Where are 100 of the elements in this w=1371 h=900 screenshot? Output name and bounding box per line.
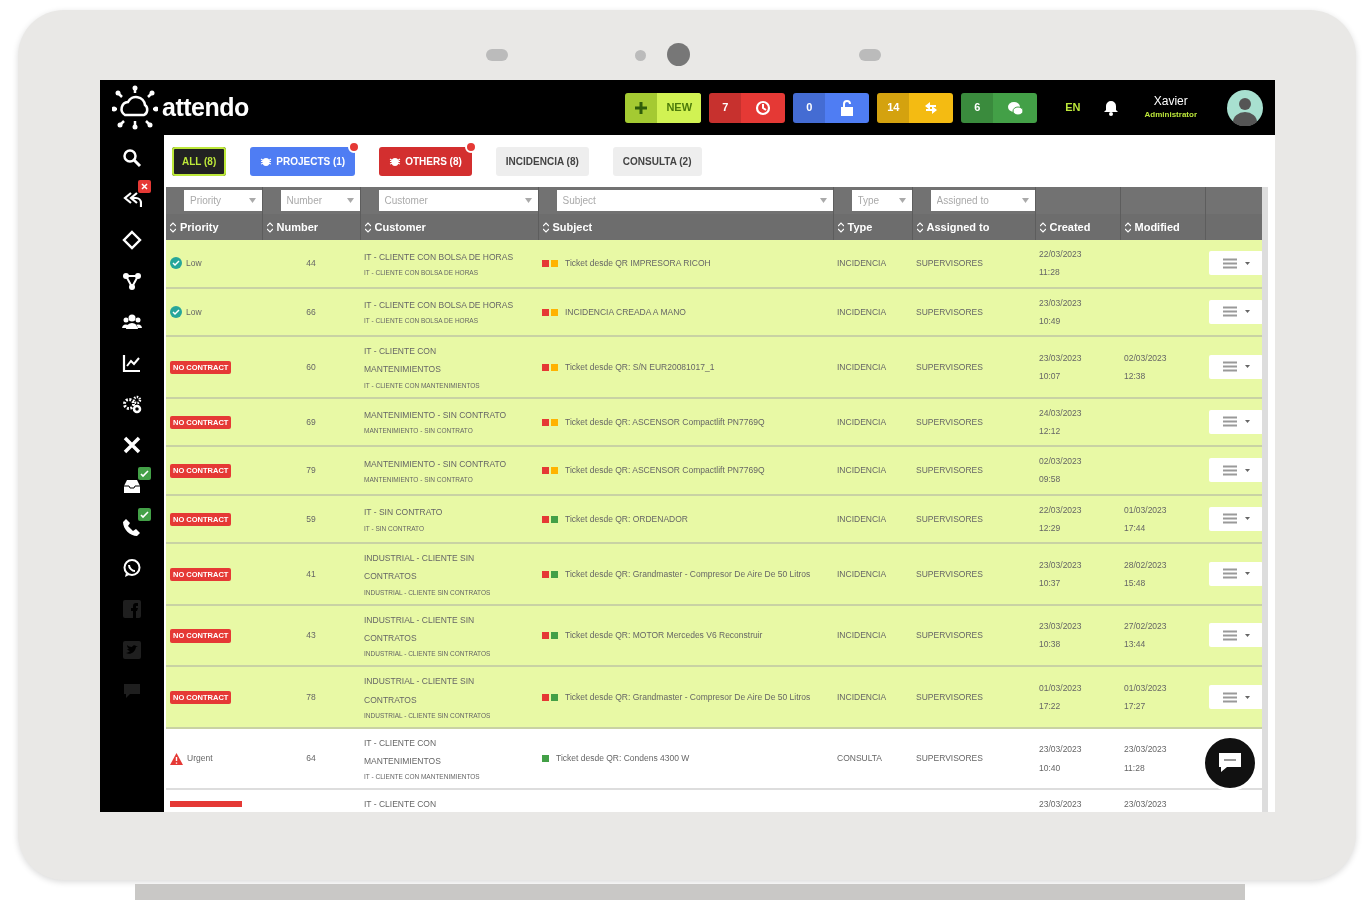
- modified-date: 02/03/2023 12:38: [1124, 351, 1168, 383]
- bug-icon: [389, 155, 402, 167]
- menu-icon: [1222, 691, 1237, 703]
- created-date: 22/03/2023 11:28: [1039, 248, 1083, 280]
- speaker-grille: [486, 49, 508, 61]
- row-menu-button[interactable]: [1209, 561, 1262, 586]
- caret-icon: [1244, 695, 1250, 699]
- ticket-type: INCIDENCIA: [837, 361, 887, 372]
- ticket-type: INCIDENCIA: [837, 630, 887, 641]
- ticket-subject: Ticket desde QR: S/N EUR20081017_1: [565, 360, 715, 374]
- assignee: SUPERVISORES: [916, 630, 983, 641]
- row-menu-button[interactable]: [1209, 685, 1262, 709]
- sort-icon: [916, 221, 923, 233]
- sun-cloud-logo-icon: [112, 84, 158, 131]
- ticket-number: 44: [306, 258, 316, 269]
- ticket-type: INCIDENCIA: [837, 416, 887, 427]
- ticket-number: 64: [306, 753, 316, 764]
- priority-label: Low: [186, 257, 202, 271]
- customer-name: MANTENIMIENTO - SIN CONTRATO: [364, 457, 508, 471]
- new-button[interactable]: NEW: [625, 92, 702, 123]
- row-menu-button[interactable]: [1209, 409, 1262, 434]
- modified-date: 23/03/2023 11:28: [1124, 743, 1168, 775]
- customer-name: IT - CLIENTE CON BOLSA DE HORAS: [364, 299, 515, 313]
- created-date: 23/03/2023: [1039, 798, 1083, 812]
- created-date: 23/03/2023 10:38: [1039, 620, 1083, 652]
- customer-name: IT - CLIENTE CON MANTENIMIENTOS: [364, 345, 442, 377]
- counter-button[interactable]: 7: [709, 92, 786, 123]
- ticket-number: 78: [306, 691, 316, 702]
- language-link[interactable]: EN: [1065, 99, 1081, 116]
- filter-field[interactable]: Number: [280, 190, 360, 211]
- filter-field[interactable]: Type: [851, 190, 912, 211]
- ticket-subject: Ticket desde QR: ASCENSOR Compactlift PN7769Q: [565, 464, 765, 478]
- filter-tab[interactable]: CONSULTA (2): [612, 146, 702, 176]
- modified-date: 23/03/2023: [1124, 798, 1168, 812]
- caret-icon: [1244, 420, 1250, 424]
- assignee: SUPERVISORES: [916, 361, 983, 372]
- customer-name: INDUSTRIAL - CLIENTE SIN CONTRATOS: [364, 675, 476, 707]
- plus-icon: [634, 100, 649, 115]
- filter-field[interactable]: Priority: [184, 190, 262, 211]
- row-menu-button[interactable]: [1209, 354, 1262, 379]
- caret-icon: [248, 198, 256, 203]
- ticket-type: INCIDENCIA: [837, 691, 887, 702]
- filter-tab[interactable]: INCIDENCIA (8): [495, 146, 589, 176]
- sort-icon: [266, 221, 273, 233]
- avatar-icon[interactable]: [1227, 89, 1263, 126]
- created-date: 24/03/2023 12:12: [1039, 406, 1083, 438]
- customer-name: INDUSTRIAL - CLIENTE SIN CONTRATOS: [364, 613, 476, 645]
- menu-icon: [1222, 513, 1237, 525]
- caret-icon: [1021, 198, 1029, 203]
- row-menu-button[interactable]: [1209, 458, 1262, 483]
- user-name: Xavier: [1153, 94, 1188, 109]
- filter-field[interactable]: Customer: [378, 190, 538, 211]
- menu-icon: [1222, 568, 1237, 580]
- chart-icon: [122, 352, 142, 373]
- assignee: SUPERVISORES: [916, 258, 983, 269]
- assignee: SUPERVISORES: [916, 306, 983, 317]
- bell-icon[interactable]: [1102, 99, 1119, 116]
- caret-icon: [898, 198, 906, 203]
- sort-icon: [364, 221, 371, 233]
- modified-date: 28/02/2023 15:48: [1124, 558, 1168, 590]
- sort-icon: [1039, 221, 1046, 233]
- caret-icon: [819, 198, 827, 203]
- check-circle-icon: [170, 305, 182, 318]
- assignee: SUPERVISORES: [916, 691, 983, 702]
- ticket-subject: Ticket desde QR: Grandmaster - Compresor De Aire De 50 Litros: [565, 690, 811, 704]
- row-menu-button[interactable]: [1209, 251, 1262, 276]
- bug-icon: [260, 155, 273, 167]
- assignee: SUPERVISORES: [916, 465, 983, 476]
- row-menu-button[interactable]: [1209, 506, 1262, 531]
- menu-icon: [1222, 464, 1237, 476]
- facebook-icon: [122, 598, 142, 619]
- caret-icon: [1244, 572, 1250, 576]
- ticket-subject: Ticket desde QR IMPRESORA RICOH: [565, 257, 711, 271]
- customer-name: INDUSTRIAL - CLIENTE SIN CONTRATOS: [364, 552, 476, 584]
- filter-field[interactable]: Subject: [556, 190, 833, 211]
- ticket-type: INCIDENCIA: [837, 568, 887, 579]
- row-menu-button[interactable]: [1209, 623, 1262, 648]
- filter-tab[interactable]: ALL (8): [172, 146, 227, 176]
- ticket-number: 41: [306, 568, 316, 579]
- counter-button[interactable]: 6: [961, 92, 1038, 123]
- check-circle-icon: [170, 257, 182, 270]
- caret-icon: [1244, 468, 1250, 472]
- sort-icon: [1124, 221, 1131, 233]
- search-icon: [122, 147, 142, 168]
- customer-name: IT - CLIENTE CON: [364, 798, 438, 812]
- assignee: SUPERVISORES: [916, 513, 983, 524]
- counter-button[interactable]: 0: [793, 92, 870, 123]
- customer-name: MANTENIMIENTO - SIN CONTRATO: [364, 409, 508, 423]
- created-date: 22/03/2023 12:29: [1039, 503, 1083, 535]
- filter-field[interactable]: Assigned to: [930, 190, 1035, 211]
- ticket-number: 43: [306, 630, 316, 641]
- ticket-type: INCIDENCIA: [837, 465, 887, 476]
- modified-date: 01/03/2023 17:44: [1124, 503, 1168, 535]
- warning-icon: [170, 752, 183, 765]
- ticket-number: 66: [306, 306, 316, 317]
- created-date: 23/03/2023 10:07: [1039, 351, 1083, 383]
- row-menu-button[interactable]: [1209, 299, 1262, 324]
- tag-icon: [122, 229, 142, 250]
- caret-icon: [1244, 517, 1250, 521]
- ticket-number: 79: [306, 465, 316, 476]
